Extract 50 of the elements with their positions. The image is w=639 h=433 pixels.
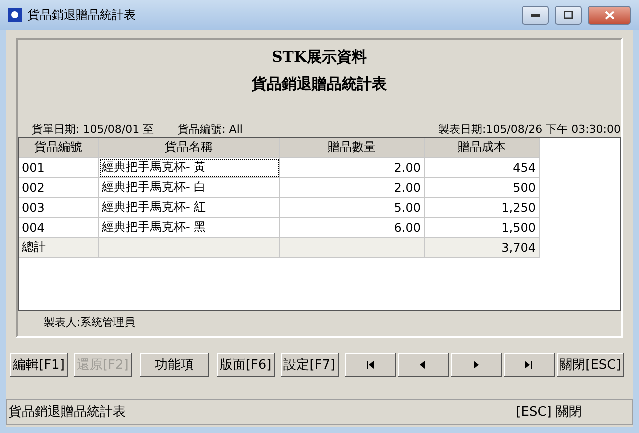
column-header: 贈品成本	[425, 138, 540, 158]
toolbar-button[interactable]: 功能項	[140, 353, 209, 377]
column-header: 貨品名稱	[99, 138, 280, 158]
table-cell: 454	[425, 158, 540, 178]
toolbar-button[interactable]: 編輯[F1]	[10, 353, 68, 377]
product-filter: 貨品編號: All	[178, 122, 243, 137]
table-cell: 001	[19, 158, 99, 178]
report-maker: 製表人:系統管理員	[43, 315, 137, 330]
company-name: STK展示資料	[270, 48, 368, 67]
maximize-button[interactable]	[555, 6, 582, 24]
nav-button[interactable]	[450, 353, 502, 377]
table-cell: 1,250	[425, 198, 540, 218]
nav-button[interactable]	[504, 353, 555, 377]
toolbar-button[interactable]: 設定[F7]	[280, 353, 339, 377]
table-cell: 2.00	[280, 178, 425, 198]
app-icon	[8, 8, 22, 22]
table-cell: 經典把手馬克杯- 黑	[99, 218, 280, 238]
table-cell: 003	[19, 198, 99, 218]
table-cell: 004	[19, 218, 99, 238]
table-cell: 1,500	[425, 218, 540, 238]
close-icon	[604, 10, 614, 20]
table-cell: 6.00	[280, 218, 425, 238]
next-arrow-icon	[471, 360, 482, 370]
table-cell: 002	[19, 178, 99, 198]
table-cell: 經典把手馬克杯- 紅	[99, 198, 280, 218]
status-hint: [ESC] 關閉	[516, 404, 582, 421]
maximize-icon	[564, 11, 573, 19]
window-title: 貨品銷退贈品統計表	[28, 6, 137, 24]
table-cell: 5.00	[280, 198, 425, 218]
print-date: 製表日期:105/08/26 下午 03:30:00	[438, 122, 621, 137]
table-cell: 2.00	[280, 158, 425, 178]
nav-button[interactable]	[344, 353, 396, 377]
minimize-icon	[531, 14, 540, 16]
report-title: 貨品銷退贈品統計表	[251, 75, 388, 94]
status-text: 貨品銷退贈品統計表	[9, 404, 126, 421]
date-range: 貨單日期: 105/08/01 至	[32, 122, 154, 137]
last-arrow-icon	[524, 360, 534, 370]
nav-button[interactable]	[398, 353, 449, 377]
close-button[interactable]	[588, 6, 631, 24]
toolbar-button[interactable]: 版面[F6]	[216, 353, 275, 377]
column-header: 贈品數量	[280, 138, 425, 158]
table-cell: 經典把手馬克杯- 白	[99, 178, 280, 198]
table-cell: 總計	[19, 238, 99, 258]
toolbar-button[interactable]: 關閉[ESC]	[556, 353, 624, 377]
column-header: 貨品編號	[19, 138, 99, 158]
table-cell: 經典把手馬克杯- 黃	[99, 158, 280, 178]
minimize-button[interactable]	[522, 6, 549, 24]
table-cell: 3,704	[425, 238, 540, 258]
table-cell: 500	[425, 178, 540, 198]
first-arrow-icon	[365, 360, 376, 370]
